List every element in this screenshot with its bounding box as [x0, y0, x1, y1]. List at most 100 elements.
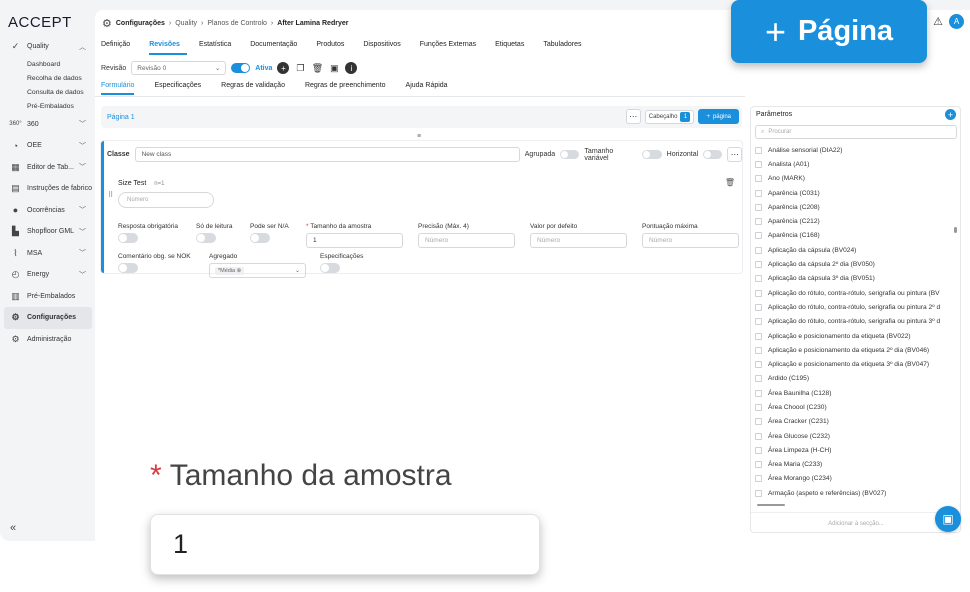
subtab-especificacoes[interactable]: Especificações: [154, 82, 201, 95]
parameter-checkbox[interactable]: [755, 146, 762, 154]
parameter-item[interactable]: Aplicação do rótulo, contra-rótulo, seri…: [755, 315, 951, 329]
parameter-checkbox[interactable]: [755, 346, 762, 354]
copy-icon[interactable]: ❐: [294, 62, 306, 74]
parameter-item[interactable]: Área Limpeza (H-CH): [755, 443, 951, 457]
parameter-item[interactable]: Aplicação e posicionamento da etiqueta 3…: [755, 357, 951, 371]
parameter-checkbox[interactable]: [755, 361, 762, 369]
parameter-checkbox[interactable]: [755, 432, 762, 440]
agrupada-toggle[interactable]: [560, 150, 580, 159]
parameter-checkbox[interactable]: [755, 246, 762, 254]
parameter-checkbox[interactable]: [755, 175, 762, 183]
sidebar-item-configuracoes[interactable]: ⚙ Configurações: [4, 307, 92, 329]
horizontal-scrollbar[interactable]: [757, 504, 785, 506]
parameter-checkbox[interactable]: [755, 289, 762, 297]
class-options-button[interactable]: ⋯: [727, 147, 743, 162]
add-page-callout[interactable]: + Página: [731, 0, 927, 63]
parameter-item[interactable]: Aparência (C208): [755, 200, 951, 214]
parameter-checkbox[interactable]: [755, 403, 762, 411]
parameter-item[interactable]: Aparência (C031): [755, 186, 951, 200]
field-number-input[interactable]: Número: [118, 192, 214, 208]
sidebar-subitem-dashboard[interactable]: Dashboard: [4, 58, 92, 72]
tamanho-amostra-input[interactable]: 1: [306, 233, 403, 248]
tab-dispositivos[interactable]: Dispositivos: [363, 40, 407, 55]
breadcrumb-item[interactable]: Quality: [175, 20, 197, 27]
parameter-checkbox[interactable]: [755, 218, 762, 226]
parameters-search-input[interactable]: ⌕ Procurar: [755, 125, 957, 139]
tamanho-variavel-toggle[interactable]: [642, 150, 662, 159]
parameter-checkbox[interactable]: [755, 232, 762, 240]
parameter-item[interactable]: Aparência (C168): [755, 229, 951, 243]
sidebar-item-oee[interactable]: ◔ OEE ﹀: [4, 135, 92, 157]
revision-select[interactable]: Revisão 0 ⌄: [131, 61, 227, 75]
tab-estatistica[interactable]: Estatística: [199, 40, 238, 55]
parameter-checkbox[interactable]: [755, 203, 762, 211]
parameter-item[interactable]: Aplicação e posicionamento da etiqueta 2…: [755, 343, 951, 357]
sidebar-item-instrucoes[interactable]: ▤ Instruções de fabrico: [4, 178, 92, 200]
tab-funcoes-externas[interactable]: Funções Externas: [420, 40, 483, 55]
sidebar-item-ocorrencias[interactable]: ● Ocorrências ﹀: [4, 200, 92, 222]
parameter-item[interactable]: Área Baunilha (C128): [755, 386, 951, 400]
parameter-item[interactable]: Armação (aspeto e referências) (BV027): [755, 486, 951, 500]
save-icon[interactable]: ▣: [328, 62, 340, 74]
parameter-checkbox[interactable]: [755, 489, 762, 497]
header-toggle[interactable]: Cabeçalho 1: [644, 109, 695, 124]
save-button[interactable]: ▣: [935, 506, 961, 532]
tab-documentacao[interactable]: Documentação: [250, 40, 304, 55]
breadcrumb-item[interactable]: Planos de Controlo: [207, 20, 267, 27]
sidebar-item-energy[interactable]: ◴ Energy ﹀: [4, 264, 92, 286]
page-header[interactable]: Página 1 ⋯ Cabeçalho 1 + página: [101, 106, 742, 128]
parameter-item[interactable]: Ano (MARK): [755, 172, 951, 186]
parameter-item[interactable]: Área Choool (C230): [755, 400, 951, 414]
add-revision-icon[interactable]: +: [277, 62, 290, 74]
delete-field-icon[interactable]: 🗑: [725, 178, 735, 187]
sidebar-subitem-pre-embalados[interactable]: Pré-Embalados: [4, 100, 92, 114]
parameter-checkbox[interactable]: [755, 303, 762, 311]
more-options-button[interactable]: ⋯: [625, 109, 641, 124]
add-parameter-button[interactable]: +: [945, 109, 956, 120]
parameter-item[interactable]: Aplicação da cápsula 2º dia (BV050): [755, 257, 951, 271]
pontuacao-input[interactable]: Número: [642, 233, 739, 248]
vertical-scrollbar[interactable]: [954, 227, 957, 233]
parameter-checkbox[interactable]: [755, 332, 762, 340]
resposta-obrigatoria-toggle[interactable]: [118, 233, 138, 243]
class-name-input[interactable]: New class: [134, 147, 520, 162]
parameter-item[interactable]: Aparência (C212): [755, 214, 951, 228]
breadcrumb-item[interactable]: Configurações: [116, 20, 165, 27]
parameter-checkbox[interactable]: [755, 160, 762, 168]
parameter-checkbox[interactable]: [755, 275, 762, 283]
add-to-section-button[interactable]: Adicionar à secção...: [751, 512, 960, 532]
parameter-item[interactable]: Área Maria (C233): [755, 458, 951, 472]
valor-defeito-input[interactable]: Número: [530, 233, 627, 248]
tab-tabuladores[interactable]: Tabuladores: [543, 40, 588, 55]
parameter-item[interactable]: Analista (A01): [755, 157, 951, 171]
horizontal-toggle[interactable]: [703, 150, 723, 159]
subtab-regras-preenchimento[interactable]: Regras de preenchimento: [305, 82, 386, 95]
subtab-formulario[interactable]: Formulário: [101, 82, 135, 95]
precisao-input[interactable]: Número: [418, 233, 515, 248]
pode-ser-na-toggle[interactable]: [250, 233, 270, 243]
parameter-checkbox[interactable]: [755, 418, 762, 426]
drag-handle-icon[interactable]: ≡: [417, 133, 421, 140]
avatar[interactable]: A: [949, 14, 964, 29]
parameter-item[interactable]: Aplicação da cápsula (BV024): [755, 243, 951, 257]
comentario-nok-toggle[interactable]: [118, 263, 138, 273]
parameter-checkbox[interactable]: [755, 189, 762, 197]
tab-produtos[interactable]: Produtos: [316, 40, 351, 55]
trash-icon[interactable]: 🗑: [311, 62, 323, 74]
so-leitura-toggle[interactable]: [196, 233, 216, 243]
parameter-item[interactable]: Aplicação e posicionamento da etiqueta (…: [755, 329, 951, 343]
agregado-select[interactable]: *Média ⊗ ⌄: [209, 263, 306, 278]
sidebar-item-pre-embalados[interactable]: ▥ Pré-Embalados: [4, 286, 92, 308]
sidebar-item-360[interactable]: 360° 360 ﹀: [4, 114, 92, 136]
sidebar-item-quality[interactable]: ✓ Quality ︿: [4, 36, 92, 58]
add-page-button[interactable]: + página: [698, 109, 739, 124]
tab-revisoes[interactable]: Revisões: [149, 40, 187, 55]
sidebar-subitem-recolha[interactable]: Recolha de dados: [4, 72, 92, 86]
parameter-item[interactable]: Aplicação da cápsula 3º dia (BV051): [755, 272, 951, 286]
parameter-item[interactable]: Área Morango (C234): [755, 472, 951, 486]
parameter-item[interactable]: Área Cracker (C231): [755, 415, 951, 429]
parameter-checkbox[interactable]: [755, 375, 762, 383]
tab-definicao[interactable]: Definição: [101, 40, 137, 55]
subtab-ajuda-rapida[interactable]: Ajuda Rápida: [406, 82, 448, 95]
tab-etiquetas[interactable]: Etiquetas: [495, 40, 531, 55]
